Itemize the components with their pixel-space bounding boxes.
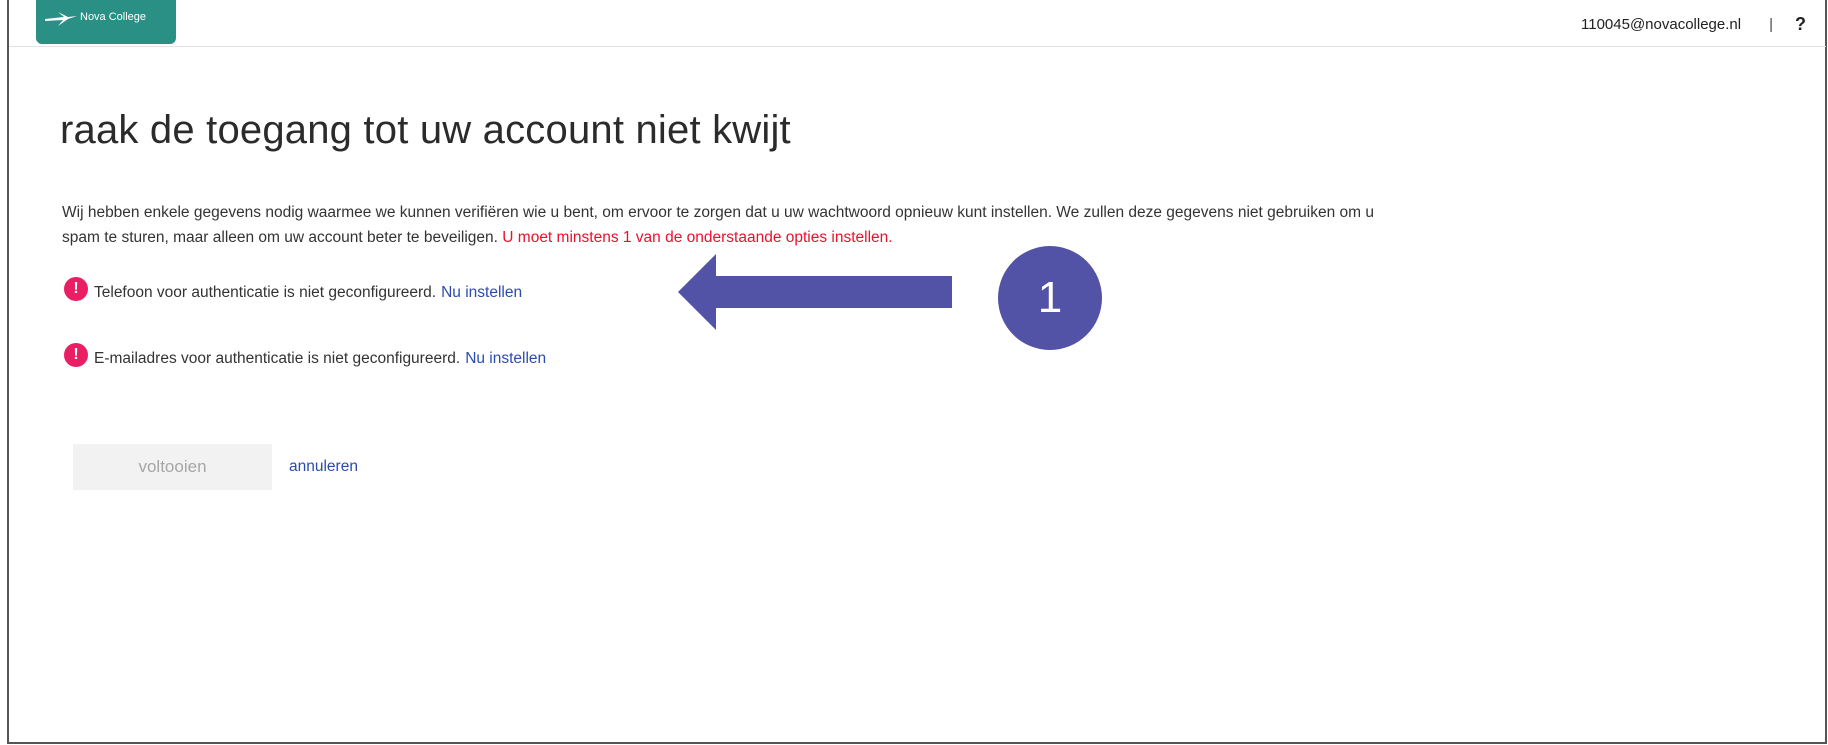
step-number: 1 <box>1037 273 1063 322</box>
finish-button[interactable]: voltooien <box>73 444 272 490</box>
phone-setup-link[interactable]: Nu instellen <box>441 284 522 302</box>
step-number-badge: 1 <box>998 246 1102 350</box>
annotation-arrow-icon <box>678 254 952 330</box>
email-option-row: ! E-mailadres voor authenticatie is niet… <box>64 343 546 368</box>
logo-text: Nova College <box>80 11 147 23</box>
page-title: raak de toegang tot uw account niet kwij… <box>60 108 791 152</box>
user-bar: 110045@novacollege.nl | ? <box>1581 14 1806 35</box>
logo-bird-icon <box>45 12 77 26</box>
cancel-link[interactable]: annuleren <box>289 458 358 476</box>
help-icon[interactable]: ? <box>1795 14 1806 35</box>
alert-icon: ! <box>64 343 88 367</box>
intro-paragraph: Wij hebben enkele gegevens nodig waarmee… <box>62 200 1402 250</box>
header-separator: | <box>1769 16 1773 33</box>
phone-option-row: ! Telefoon voor authenticatie is niet ge… <box>64 277 522 302</box>
email-option-text: E-mailadres voor authenticatie is niet g… <box>94 350 461 367</box>
user-email[interactable]: 110045@novacollege.nl <box>1581 16 1741 33</box>
requirement-warning: U moet minstens 1 van de onderstaande op… <box>502 229 893 246</box>
phone-option-text: Telefoon voor authenticatie is niet geco… <box>94 284 437 301</box>
header-divider <box>9 46 1826 47</box>
email-setup-link[interactable]: Nu instellen <box>465 350 546 368</box>
alert-icon: ! <box>64 277 88 301</box>
nova-college-logo[interactable]: Nova College <box>36 0 176 44</box>
